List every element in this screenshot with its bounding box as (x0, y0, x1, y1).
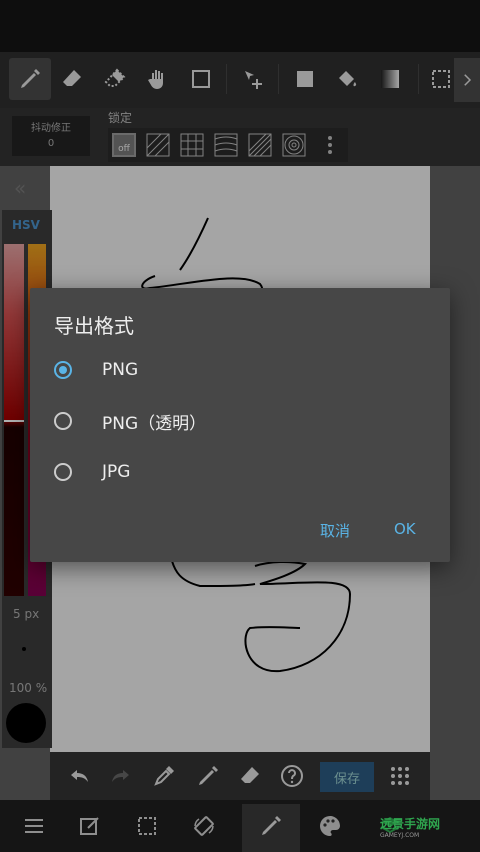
option-png-transparent-label: PNG（透明） (102, 413, 207, 434)
radio-png-transparent[interactable] (54, 412, 72, 430)
option-png[interactable]: PNG (54, 352, 414, 388)
option-png-transparent[interactable]: PNG（透明） (54, 403, 414, 439)
radio-png[interactable] (54, 361, 72, 379)
option-jpg[interactable]: JPG (54, 454, 414, 490)
dialog-title: 导出格式 (54, 314, 134, 338)
ok-button[interactable]: OK (394, 520, 416, 538)
option-png-label: PNG (102, 360, 139, 380)
radio-jpg[interactable] (54, 463, 72, 481)
watermark-logo: 远景手游网 GAMEYJ.COM (380, 817, 441, 839)
export-format-dialog: 导出格式 PNG PNG（透明） JPG 取消 OK (30, 288, 450, 562)
cancel-button[interactable]: 取消 (320, 520, 350, 541)
option-jpg-label: JPG (102, 462, 131, 482)
